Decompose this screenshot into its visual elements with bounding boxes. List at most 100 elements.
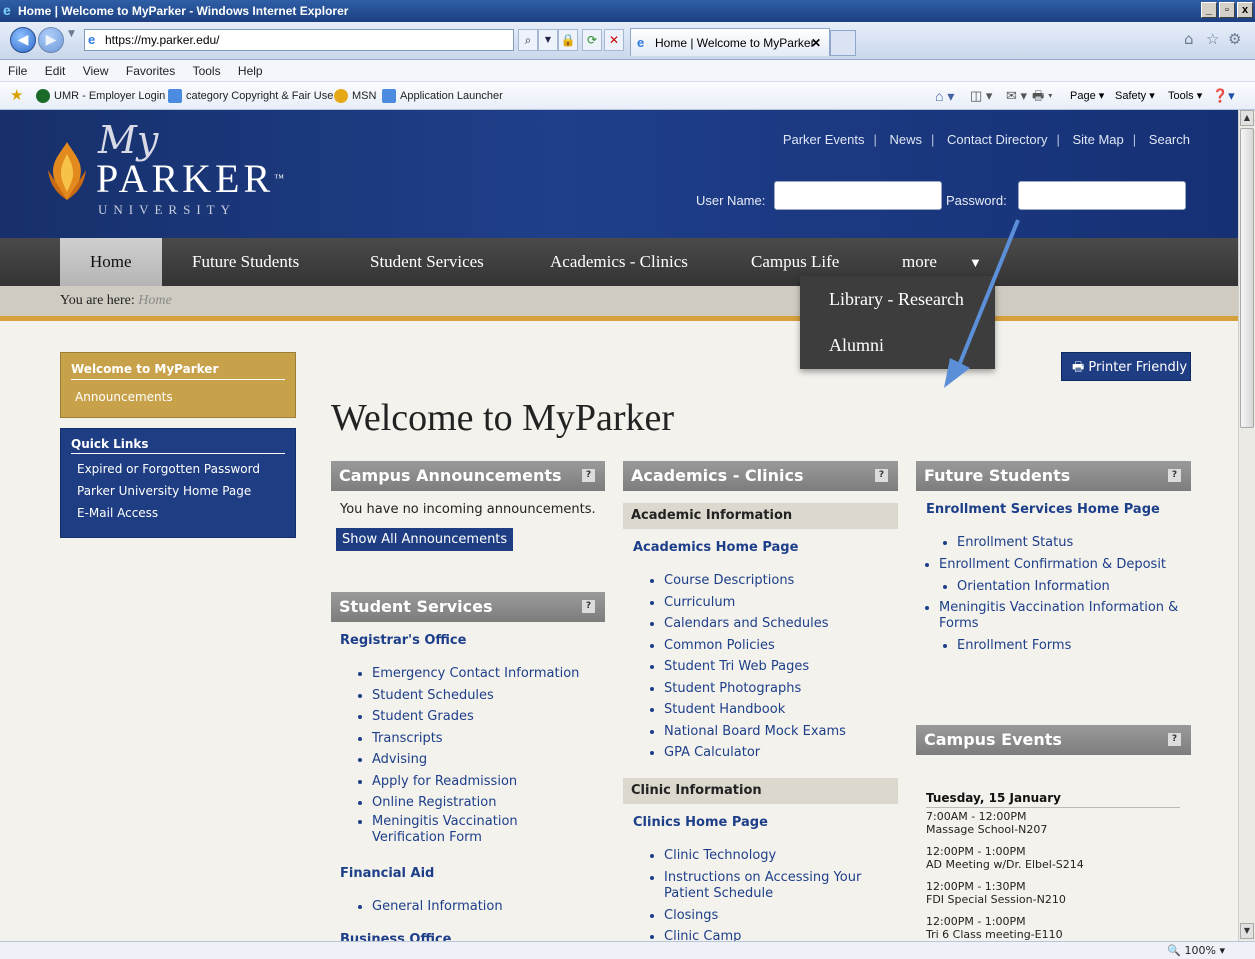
feeds-icon[interactable]: ◫ ▾: [970, 82, 992, 110]
nav-future-students[interactable]: Future Students: [162, 238, 329, 286]
menu-view[interactable]: View: [83, 64, 109, 78]
quick-link-email[interactable]: E-Mail Access: [71, 506, 285, 520]
minimize-button[interactable]: _: [1201, 2, 1217, 18]
list-item[interactable]: Advising: [372, 749, 594, 771]
link-contact-directory[interactable]: Contact Directory: [947, 132, 1047, 147]
list-item[interactable]: GPA Calculator: [664, 742, 886, 764]
print-icon[interactable]: 🖶 ▾: [1032, 82, 1053, 110]
fav-umr[interactable]: UMR - Employer Login: [36, 82, 165, 110]
list-item[interactable]: Meningitis Vaccination Information & For…: [939, 600, 1179, 632]
back-arrow-icon[interactable]: ◀: [10, 27, 36, 53]
refresh-icon[interactable]: ⟳: [582, 29, 602, 51]
printer-friendly-button[interactable]: 🖶 Printer Friendly: [1061, 352, 1191, 381]
stop-icon[interactable]: ✕: [604, 29, 624, 51]
list-item[interactable]: Calendars and Schedules: [664, 613, 886, 635]
page-scrollbar[interactable]: ▲ ▼: [1238, 110, 1255, 941]
help-icon[interactable]: ?: [1168, 469, 1181, 482]
academics-home-link[interactable]: Academics Home Page: [633, 540, 798, 555]
history-dropdown-icon[interactable]: ▼: [68, 29, 75, 39]
business-office-link[interactable]: Business Office: [340, 932, 452, 941]
close-tab-icon[interactable]: ✕: [811, 29, 821, 57]
fav-copyright[interactable]: category Copyright & Fair Use: [168, 82, 333, 110]
address-bar[interactable]: e https://my.parker.edu/: [84, 29, 514, 51]
event-item[interactable]: 12:00PM - 1:30PM FDI Special Session-N210: [926, 880, 1066, 906]
event-item[interactable]: 7:00AM - 12:00PM Massage School-N207: [926, 810, 1047, 836]
list-item[interactable]: Orientation Information: [957, 576, 1179, 598]
close-window-button[interactable]: x: [1237, 2, 1253, 18]
help-icon[interactable]: ?: [875, 469, 888, 482]
menu-help[interactable]: Help: [238, 64, 263, 78]
list-item[interactable]: Student Tri Web Pages: [664, 656, 886, 678]
tools-command[interactable]: Tools ▾: [1168, 82, 1202, 110]
mail-icon[interactable]: ✉ ▾: [1006, 82, 1027, 110]
clinics-home-link[interactable]: Clinics Home Page: [633, 815, 768, 830]
menu-edit[interactable]: Edit: [45, 64, 66, 78]
link-parker-events[interactable]: Parker Events: [783, 132, 865, 147]
fav-launcher[interactable]: Application Launcher: [382, 82, 503, 110]
event-item[interactable]: 12:00PM - 1:00PM Tri 6 Class meeting-E110: [926, 915, 1063, 941]
quick-link-password[interactable]: Expired or Forgotten Password: [71, 462, 285, 476]
forward-arrow-icon[interactable]: ▶: [38, 27, 64, 53]
registrars-office-link[interactable]: Registrar's Office: [340, 633, 466, 648]
fav-msn[interactable]: MSN: [334, 82, 376, 110]
maximize-button[interactable]: ▫: [1219, 2, 1235, 18]
address-dropdown-icon[interactable]: ▼: [538, 29, 558, 51]
help-icon[interactable]: ?: [1168, 733, 1181, 746]
scroll-down-icon[interactable]: ▼: [1240, 923, 1254, 939]
home-icon[interactable]: ⌂: [1184, 30, 1194, 48]
list-item[interactable]: Enrollment Forms: [957, 635, 1179, 657]
username-input[interactable]: [774, 181, 942, 210]
list-item[interactable]: Student Photographs: [664, 678, 886, 700]
menu-file[interactable]: File: [8, 64, 27, 78]
nav-academics-clinics[interactable]: Academics - Clinics: [520, 238, 718, 286]
quick-link-homepage[interactable]: Parker University Home Page: [71, 484, 285, 498]
list-item[interactable]: Course Descriptions: [664, 570, 886, 592]
scrollbar-thumb[interactable]: [1240, 128, 1254, 428]
announcements-nav-link[interactable]: Announcements: [71, 390, 285, 404]
link-news[interactable]: News: [890, 132, 923, 147]
dropdown-library-research[interactable]: Library - Research: [800, 276, 995, 322]
list-item[interactable]: Common Policies: [664, 635, 886, 657]
list-item[interactable]: Student Schedules: [372, 685, 594, 707]
list-item[interactable]: Closings: [664, 905, 886, 927]
list-item[interactable]: Enrollment Status: [957, 532, 1179, 554]
menu-tools[interactable]: Tools: [193, 64, 221, 78]
help-icon[interactable]: ?: [582, 600, 595, 613]
gear-icon[interactable]: ⚙: [1228, 30, 1241, 48]
help-icon[interactable]: ❓▾: [1212, 82, 1235, 110]
list-item[interactable]: Apply for Readmission: [372, 771, 594, 793]
list-item[interactable]: Meningitis Vaccination Verification Form: [372, 814, 594, 846]
link-search[interactable]: Search: [1149, 132, 1190, 147]
home-page-icon[interactable]: ⌂ ▾: [935, 82, 954, 110]
list-item[interactable]: Online Registration: [372, 792, 594, 814]
show-all-announcements-button[interactable]: Show All Announcements: [336, 528, 514, 551]
welcome-nav-title[interactable]: Welcome to MyParker: [71, 362, 285, 380]
page-command[interactable]: Page ▾: [1070, 82, 1104, 110]
scroll-up-icon[interactable]: ▲: [1240, 110, 1254, 126]
new-tab-button[interactable]: [830, 30, 856, 56]
zoom-level[interactable]: 🔍 100% ▾: [1167, 942, 1225, 959]
list-item[interactable]: Instructions on Accessing Your Patient S…: [664, 870, 886, 902]
dropdown-alumni[interactable]: Alumni: [800, 322, 995, 368]
nav-student-services[interactable]: Student Services: [340, 238, 514, 286]
list-item[interactable]: National Board Mock Exams: [664, 721, 886, 743]
list-item[interactable]: Student Handbook: [664, 699, 886, 721]
financial-aid-link[interactable]: Financial Aid: [340, 866, 434, 881]
browser-tab[interactable]: e Home | Welcome to MyParker ✕: [630, 28, 830, 56]
list-item[interactable]: Clinic Technology: [664, 845, 886, 867]
menu-favorites[interactable]: Favorites: [126, 64, 175, 78]
list-item[interactable]: Transcripts: [372, 728, 594, 750]
link-site-map[interactable]: Site Map: [1072, 132, 1123, 147]
list-item[interactable]: Clinic Camp: [664, 926, 886, 941]
password-input[interactable]: [1018, 181, 1186, 210]
safety-command[interactable]: Safety ▾: [1115, 82, 1155, 110]
lock-icon[interactable]: 🔒: [558, 29, 578, 51]
list-item[interactable]: Enrollment Confirmation & Deposit: [939, 557, 1179, 573]
breadcrumb-current[interactable]: Home: [138, 293, 171, 308]
list-item[interactable]: General Information: [372, 896, 594, 918]
search-icon[interactable]: ⌕: [518, 29, 538, 51]
list-item[interactable]: Emergency Contact Information: [372, 663, 594, 685]
nav-home[interactable]: Home: [60, 238, 162, 286]
favorites-star-icon[interactable]: ☆: [1206, 30, 1219, 48]
list-item[interactable]: Student Grades: [372, 706, 594, 728]
